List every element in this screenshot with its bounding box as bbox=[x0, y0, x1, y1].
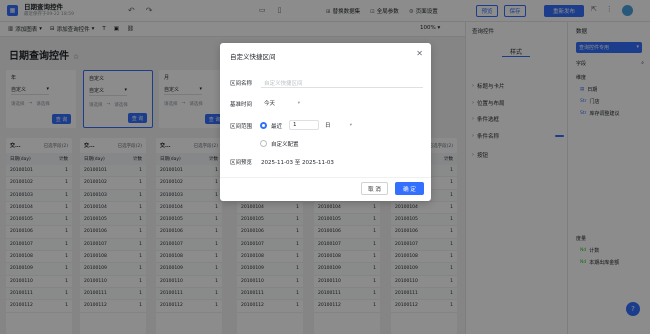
cancel-button[interactable]: 取 消 bbox=[361, 182, 388, 195]
recent-number-input[interactable]: 1 bbox=[289, 120, 319, 130]
recent-number-value: 1 bbox=[293, 122, 297, 128]
recent-unit-value: 日 bbox=[325, 123, 331, 129]
custom-config-label: 自定义配置 bbox=[271, 142, 299, 148]
close-icon[interactable]: ✕ bbox=[416, 49, 423, 58]
recent-label: 最近 bbox=[271, 124, 283, 130]
base-time-value: 今天 bbox=[264, 101, 276, 107]
dialog-footer-divider bbox=[220, 177, 431, 178]
range-name-input[interactable]: 自定义快捷区间 bbox=[261, 77, 423, 88]
chevron-down-icon: ▾ bbox=[297, 100, 300, 106]
confirm-button[interactable]: 确 定 bbox=[395, 182, 424, 195]
preview-label: 区间预览 bbox=[230, 160, 253, 166]
custom-range-dialog: 自定义快捷区间 ✕ 区间名称 自定义快捷区间 基准时间 今天 ▾ 区间范围 最近 … bbox=[220, 43, 431, 201]
base-time-select[interactable]: 今天 ▾ bbox=[261, 98, 303, 108]
range-name-label: 区间名称 bbox=[230, 81, 253, 87]
preview-value: 2025-11-03 至 2025-11-03 bbox=[261, 160, 334, 166]
radio-recent[interactable] bbox=[260, 122, 267, 129]
recent-unit-select[interactable]: 日 ▾ bbox=[322, 120, 355, 130]
chevron-down-icon: ▾ bbox=[349, 122, 352, 128]
dialog-title: 自定义快捷区间 bbox=[230, 53, 276, 61]
radio-custom[interactable] bbox=[260, 140, 267, 147]
range-scope-label: 区间范围 bbox=[230, 124, 253, 130]
base-time-label: 基准时间 bbox=[230, 102, 253, 108]
